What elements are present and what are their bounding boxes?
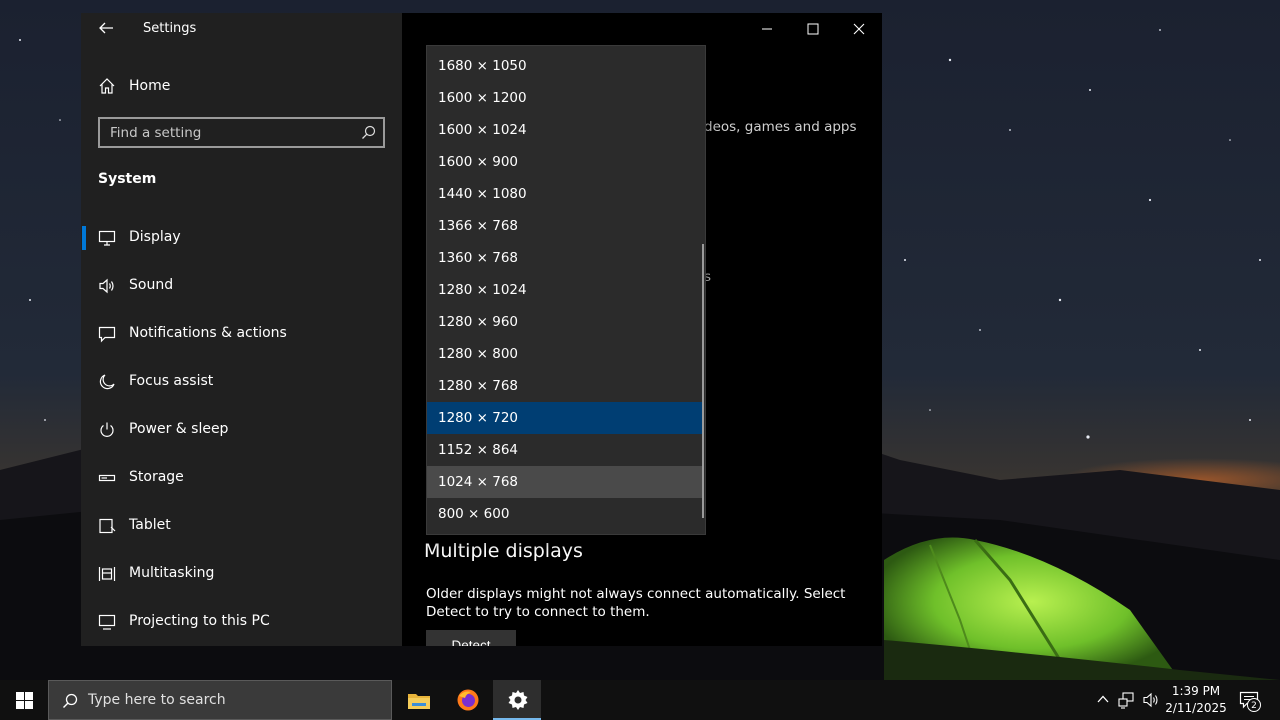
volume-icon[interactable] bbox=[1142, 691, 1160, 709]
resolution-option[interactable]: 1152 × 864 bbox=[427, 434, 703, 466]
resolution-option-hovered[interactable]: 1024 × 768 bbox=[427, 466, 703, 498]
multiple-displays-heading: Multiple displays bbox=[424, 540, 583, 562]
resolution-option[interactable]: 1680 × 1050 bbox=[427, 50, 703, 82]
home-label: Home bbox=[129, 78, 171, 94]
taskbar-search-box[interactable]: Type here to search bbox=[48, 680, 392, 720]
moon-icon bbox=[98, 373, 116, 391]
sidebar-item-power-sleep[interactable]: Power & sleep bbox=[81, 412, 402, 448]
firefox-icon bbox=[457, 689, 479, 711]
resolution-option[interactable]: 1366 × 768 bbox=[427, 210, 703, 242]
sidebar-item-multitasking[interactable]: Multitasking bbox=[81, 556, 402, 592]
file-explorer-taskbar-button[interactable] bbox=[394, 680, 442, 720]
resolution-option[interactable]: 1600 × 900 bbox=[427, 146, 703, 178]
windows-logo-icon bbox=[16, 692, 33, 709]
sidebar-item-display[interactable]: Display bbox=[81, 220, 402, 256]
resolution-option[interactable]: 1600 × 1200 bbox=[427, 82, 703, 114]
resolution-option[interactable]: 1440 × 1080 bbox=[427, 178, 703, 210]
sidebar-item-label: Projecting to this PC bbox=[129, 613, 270, 629]
find-setting-input[interactable] bbox=[110, 124, 350, 142]
file-explorer-icon bbox=[408, 694, 430, 709]
resolution-dropdown-list[interactable]: 1680 × 1050 1600 × 1200 1600 × 1024 1600… bbox=[426, 45, 706, 535]
home-nav-item[interactable]: Home bbox=[81, 74, 402, 100]
speaker-icon bbox=[98, 277, 116, 295]
sidebar-item-label: Sound bbox=[129, 277, 174, 293]
search-icon[interactable] bbox=[361, 125, 376, 140]
clock-time: 1:39 PM bbox=[1171, 684, 1221, 698]
content-text-fragment: deos, games and apps bbox=[704, 119, 857, 135]
find-setting-search-box[interactable] bbox=[98, 117, 385, 148]
sidebar-item-label: Focus assist bbox=[129, 373, 214, 389]
start-button[interactable] bbox=[0, 680, 48, 720]
sidebar-item-label: Notifications & actions bbox=[129, 325, 287, 341]
resolution-option[interactable]: 1600 × 1024 bbox=[427, 114, 703, 146]
sidebar-item-storage[interactable]: Storage bbox=[81, 460, 402, 496]
settings-sidebar: Settings Home System Display Sound bbox=[81, 13, 402, 646]
close-icon bbox=[853, 23, 865, 35]
resolution-option-selected[interactable]: 1280 × 720 bbox=[427, 402, 703, 434]
detect-button[interactable]: Detect bbox=[426, 630, 516, 646]
multitasking-icon bbox=[98, 565, 116, 583]
sidebar-item-label: Storage bbox=[129, 469, 184, 485]
sidebar-item-label: Multitasking bbox=[129, 565, 215, 581]
resolution-option[interactable]: 800 × 600 bbox=[427, 498, 703, 530]
network-icon[interactable] bbox=[1118, 691, 1136, 709]
show-hidden-icons-chevron-icon[interactable] bbox=[1095, 691, 1113, 709]
notification-count-badge: 2 bbox=[1247, 698, 1261, 712]
search-icon bbox=[63, 693, 78, 708]
resolution-option[interactable]: 1280 × 800 bbox=[427, 338, 703, 370]
resolution-option[interactable]: 1280 × 768 bbox=[427, 370, 703, 402]
settings-gear-icon bbox=[508, 690, 528, 710]
minimize-button[interactable] bbox=[744, 13, 790, 45]
dropdown-scrollbar[interactable] bbox=[702, 244, 704, 518]
resolution-option[interactable]: 1360 × 768 bbox=[427, 242, 703, 274]
projecting-icon bbox=[98, 613, 116, 631]
settings-taskbar-button[interactable] bbox=[493, 680, 541, 720]
multiple-displays-description: Older displays might not always connect … bbox=[426, 586, 846, 620]
message-icon bbox=[98, 325, 116, 343]
sidebar-item-focus-assist[interactable]: Focus assist bbox=[81, 364, 402, 400]
power-icon bbox=[98, 421, 116, 439]
monitor-icon bbox=[98, 229, 116, 247]
sidebar-item-sound[interactable]: Sound bbox=[81, 268, 402, 304]
sidebar-item-tablet[interactable]: Tablet bbox=[81, 508, 402, 544]
taskbar-search-placeholder: Type here to search bbox=[88, 692, 226, 708]
home-icon bbox=[98, 77, 116, 95]
resolution-option[interactable]: 1280 × 960 bbox=[427, 306, 703, 338]
resolution-option[interactable]: 1280 × 1024 bbox=[427, 274, 703, 306]
back-arrow-icon[interactable] bbox=[97, 19, 115, 37]
storage-icon bbox=[98, 469, 116, 487]
window-title: Settings bbox=[143, 21, 197, 36]
taskbar-clock[interactable]: 1:39 PM 2/11/2025 bbox=[1164, 683, 1228, 717]
sidebar-item-notifications[interactable]: Notifications & actions bbox=[81, 316, 402, 352]
taskbar: Type here to search 1:39 PM 2/11/2025 bbox=[0, 680, 1280, 720]
sidebar-item-label: Tablet bbox=[129, 517, 171, 533]
title-bar: Settings bbox=[81, 13, 402, 45]
maximize-icon bbox=[807, 23, 819, 35]
section-heading-system: System bbox=[98, 171, 157, 187]
clock-date: 2/11/2025 bbox=[1165, 701, 1227, 715]
sidebar-item-label: Display bbox=[129, 229, 181, 245]
sidebar-item-label: Power & sleep bbox=[129, 421, 229, 437]
minimize-icon bbox=[762, 28, 772, 30]
sidebar-item-projecting[interactable]: Projecting to this PC bbox=[81, 604, 402, 640]
firefox-taskbar-button[interactable] bbox=[443, 680, 491, 720]
close-button[interactable] bbox=[836, 13, 882, 45]
tablet-icon bbox=[98, 517, 116, 535]
maximize-button[interactable] bbox=[790, 13, 836, 45]
